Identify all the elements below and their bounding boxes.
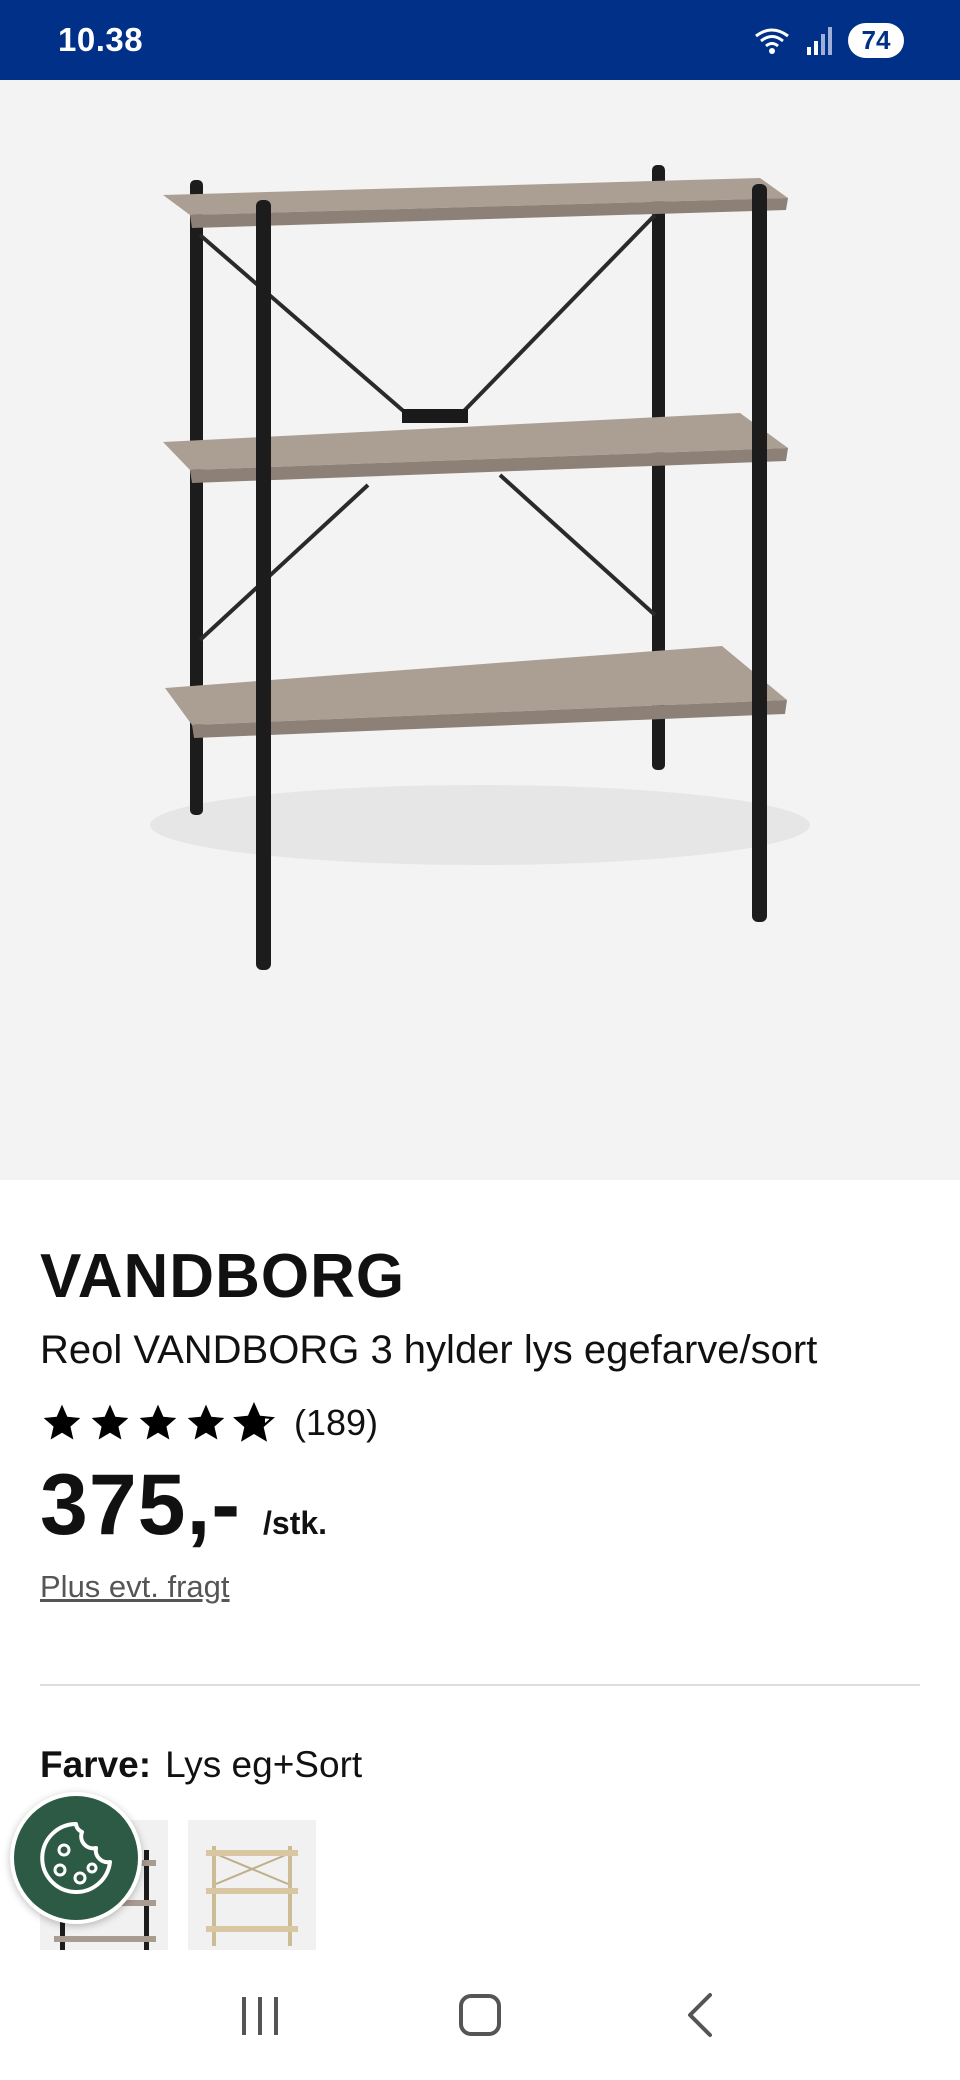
home-icon xyxy=(459,1994,501,2036)
back-button[interactable] xyxy=(660,1975,740,2055)
cookie-icon xyxy=(40,1822,112,1894)
color-selection: Farve: Lys eg+Sort xyxy=(40,1744,362,1786)
home-button[interactable] xyxy=(440,1975,520,2055)
price-row: 375,- /stk. xyxy=(40,1456,920,1555)
back-icon xyxy=(688,1993,712,2037)
signal-icon xyxy=(807,27,832,55)
color-label: Farve: xyxy=(40,1744,152,1785)
status-icons: 74 xyxy=(752,22,904,58)
color-value: Lys eg+Sort xyxy=(165,1744,363,1785)
swatch-oak[interactable] xyxy=(188,1820,316,1950)
product-name: Reol VANDBORG 3 hylder lys egefarve/sort xyxy=(40,1328,818,1372)
product-rating[interactable]: (189) xyxy=(40,1398,920,1448)
review-count: (189) xyxy=(294,1402,379,1443)
cookie-settings-button[interactable] xyxy=(10,1792,142,1924)
swatch-shelf-oak-image xyxy=(206,1846,298,1946)
divider xyxy=(40,1684,920,1686)
star-icon xyxy=(91,1404,129,1440)
price-unit: /stk. xyxy=(263,1505,328,1541)
status-time: 10.38 xyxy=(58,21,144,58)
product-brand: VANDBORG xyxy=(40,1242,406,1311)
system-nav-bar xyxy=(0,1950,960,2080)
recents-icon xyxy=(242,1997,278,2035)
status-bar: 10.38 74 xyxy=(0,0,960,80)
recents-button[interactable] xyxy=(220,1975,300,2055)
product-info: VANDBORG Reol VANDBORG 3 hylder lys egef… xyxy=(40,1240,920,1605)
rating-stars xyxy=(40,1401,276,1445)
star-icon xyxy=(187,1404,225,1440)
star-icon xyxy=(43,1404,81,1440)
shelf-illustration xyxy=(150,165,810,970)
battery-badge: 74 xyxy=(848,22,904,58)
product-image[interactable] xyxy=(0,80,960,1180)
star-icon xyxy=(139,1404,177,1440)
star-partial-icon xyxy=(233,1401,275,1442)
product-price: 375,- xyxy=(40,1457,242,1553)
shipping-link[interactable]: Plus evt. fragt xyxy=(40,1569,230,1605)
wifi-icon xyxy=(755,28,789,54)
